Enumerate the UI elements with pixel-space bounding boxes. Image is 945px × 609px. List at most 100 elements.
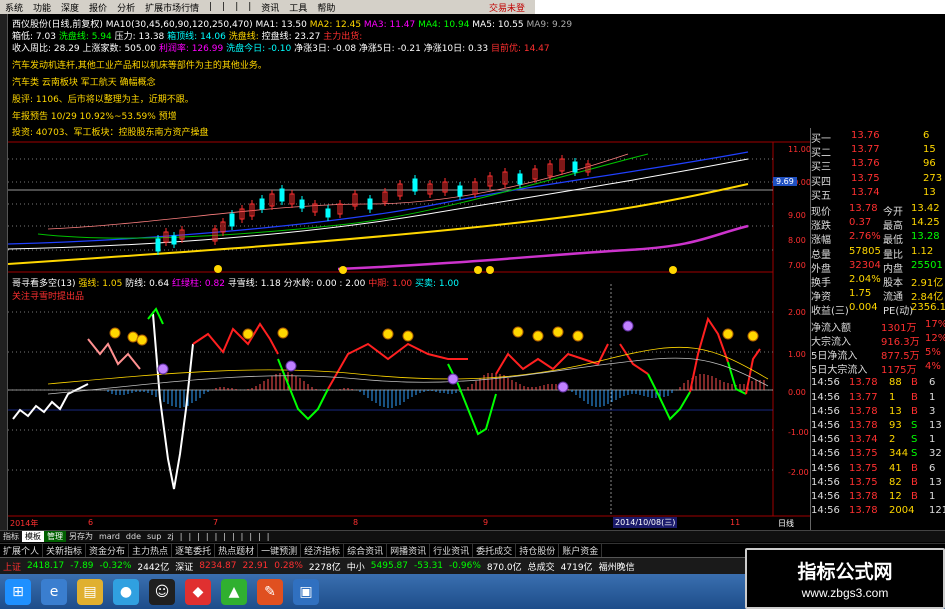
sz-label[interactable]: 深证 <box>172 560 196 573</box>
sz-pct: 0.28% <box>274 561 303 571</box>
tab-separator: | <box>188 532 192 541</box>
income-ratio: 收入周比: 28.29 <box>12 44 80 54</box>
tick-time: 14:56 <box>811 377 840 389</box>
tab-sup[interactable]: sup <box>144 532 164 541</box>
windows-start-icon[interactable]: ⊞ <box>5 578 31 605</box>
flow-value: 1301万 <box>881 322 917 334</box>
sh-change: -7.89 <box>70 561 94 571</box>
tab-zj[interactable]: zj <box>164 532 176 541</box>
stat-value: 25501 <box>911 259 943 271</box>
menu-help[interactable]: 帮助 <box>312 1 340 14</box>
func-web-info[interactable]: 网播资讯 <box>387 544 431 557</box>
func-extend-personal[interactable]: 扩展个人 <box>0 544 44 557</box>
stat-value: 2.91亿 <box>911 278 944 289</box>
menu-separator: | <box>222 2 226 12</box>
sh-label[interactable]: 上证 <box>0 560 24 573</box>
candlestick <box>229 213 235 227</box>
tab-manage[interactable]: 管理 <box>44 531 66 542</box>
menu-info[interactable]: 资讯 <box>256 1 284 14</box>
tab-indicator[interactable]: 指标 <box>0 531 22 542</box>
func-one-key-forecast[interactable]: 一键预测 <box>258 544 302 557</box>
indicator-pink-line <box>87 338 141 370</box>
func-main-hotspot[interactable]: 主力热点 <box>129 544 173 557</box>
flow-value: 1175万 <box>881 365 917 377</box>
bid-row: 买三 13.76 96 <box>811 158 945 174</box>
orange-app-icon[interactable]: ✎ <box>257 578 283 605</box>
price-tick: 9.00 <box>788 211 806 220</box>
tick-volume: 2004 <box>889 505 915 517</box>
purple-signal-dot <box>557 381 569 393</box>
trade-login-status[interactable]: 交易未登 <box>484 1 535 14</box>
tick-price: 13.74 <box>849 434 878 446</box>
blue-app-icon[interactable]: ▣ <box>293 578 319 605</box>
tab-template[interactable]: 模板 <box>22 531 44 542</box>
bid-label: 买三 <box>811 162 831 174</box>
func-new-indicator[interactable]: 关新指标 <box>43 544 87 557</box>
tab-dde[interactable]: dde <box>123 532 144 541</box>
func-hot-topic[interactable]: 热点题材 <box>215 544 259 557</box>
func-order-by-order[interactable]: 逐笔委托 <box>172 544 216 557</box>
broker-label[interactable]: 福州晚信 <box>596 560 638 573</box>
sector-tags: 汽车类 云南板块 军工航天 确幅概念 <box>12 78 156 88</box>
trading-app-icon[interactable]: ◆ <box>185 578 211 605</box>
menu-tools[interactable]: 工具 <box>284 1 312 14</box>
browser-icon[interactable]: e <box>41 578 67 605</box>
indicator-white-spike <box>152 313 194 490</box>
tick-count: 1 <box>929 491 936 502</box>
func-fund-distribution[interactable]: 资金分布 <box>86 544 130 557</box>
stat-value: 2.76% <box>849 231 881 243</box>
chart-area[interactable]: 西仪股份(日线,前复权) MA10(30,45,60,90,120,250,47… <box>8 14 811 539</box>
tab-mard[interactable]: mard <box>96 532 123 541</box>
tick-side: B <box>911 377 918 389</box>
up-count: 上涨家数: 505.00 <box>82 44 156 54</box>
menu-analysis[interactable]: 分析 <box>112 1 140 14</box>
app-ball-icon[interactable]: ● <box>113 578 139 605</box>
indicator-title[interactable]: 哥寻看多空(13) <box>12 279 75 289</box>
folder-icon[interactable]: ▤ <box>77 578 103 605</box>
func-account-funds[interactable]: 账户资金 <box>559 544 603 557</box>
menu-function[interactable]: 功能 <box>28 1 56 14</box>
stat-label: 涨幅 <box>811 235 831 247</box>
func-industry-info[interactable]: 行业资讯 <box>430 544 474 557</box>
func-general-info[interactable]: 综合资讯 <box>344 544 388 557</box>
ma4-value: MA4: 10.94 <box>418 20 470 30</box>
price-tick: 8.00 <box>788 236 806 245</box>
stat-value: 13.78 <box>849 203 878 214</box>
candlestick <box>299 199 305 209</box>
tab-save-as[interactable]: 另存为 <box>66 531 96 542</box>
tick-row: 14:56 13.78 13 B 3 <box>811 406 945 420</box>
ma-magenta-line <box>337 224 749 271</box>
indicator-green-line <box>647 373 691 421</box>
func-holdings[interactable]: 持仓股份 <box>516 544 560 557</box>
tick-side: B <box>911 476 918 488</box>
chart-header-row3: 收入周比: 28.29 上涨家数: 505.00 利润率: 126.99 洗盘今… <box>12 41 550 54</box>
qq-penguin-icon[interactable]: ☺ <box>149 578 175 605</box>
date-label: 11 <box>730 518 741 527</box>
tick-price: 13.78 <box>849 491 878 502</box>
tick-side: B <box>911 405 918 417</box>
period-label[interactable]: 日线 <box>778 518 794 529</box>
menu-blank-area <box>535 0 945 14</box>
menu-separator: | <box>235 2 239 12</box>
bid-volume: 96 <box>923 158 936 170</box>
quote-stat-row: 总量 57805 量比 1.12 <box>811 246 945 261</box>
ind-tick: -1.00 <box>788 428 809 437</box>
zx-label[interactable]: 中小 <box>344 560 368 573</box>
stat-value: 1.75 <box>849 288 872 300</box>
tick-count: 13 <box>929 420 942 431</box>
price-tick: 11.00 <box>788 145 811 154</box>
menu-extended-market[interactable]: 扩展市场行情 <box>140 1 204 14</box>
tab-separator: | <box>205 532 209 541</box>
tab-separator: | <box>214 532 218 541</box>
green-app-icon[interactable]: ▲ <box>221 578 247 605</box>
mid-term: 中期: 1.00 <box>368 279 413 289</box>
menu-quote[interactable]: 报价 <box>84 1 112 14</box>
vertical-side-tabs[interactable] <box>0 14 8 539</box>
func-order-deal[interactable]: 委托成交 <box>473 544 517 557</box>
flow-percent: 4% <box>925 361 941 373</box>
menu-depth[interactable]: 深度 <box>56 1 84 14</box>
tab-separator: | <box>223 532 226 541</box>
tick-row: 14:56 13.78 88 B 6 <box>811 377 945 391</box>
func-economic-indicator[interactable]: 经济指标 <box>301 544 345 557</box>
menu-system[interactable]: 系统 <box>0 1 28 14</box>
